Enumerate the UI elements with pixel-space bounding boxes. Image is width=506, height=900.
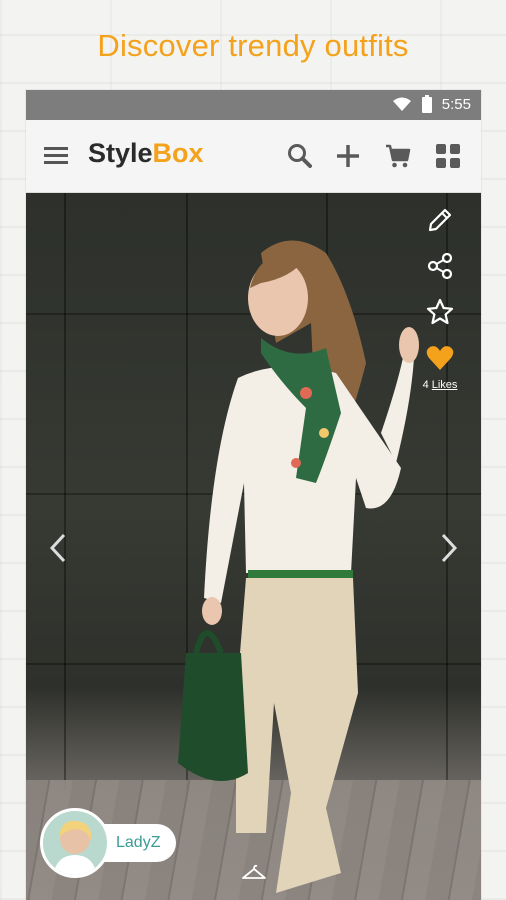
chevron-right-icon[interactable] (437, 531, 461, 565)
brand-prefix: Style (88, 138, 153, 168)
heart-icon[interactable] (425, 343, 455, 373)
user-chip[interactable]: LadyZ (40, 808, 177, 878)
headline: Discover trendy outfits (97, 28, 409, 63)
menu-icon[interactable] (44, 144, 68, 168)
user-avatar-image (53, 820, 97, 875)
likes-label: Likes (431, 379, 458, 391)
cart-icon[interactable] (384, 142, 412, 170)
brand-suffix: Box (152, 138, 204, 168)
hanger-icon[interactable] (241, 864, 267, 880)
likes-count: 4 (422, 379, 429, 391)
app-logo: StyleBox (88, 138, 204, 169)
grid-icon[interactable] (434, 142, 462, 170)
chevron-left-icon[interactable] (46, 531, 70, 565)
plus-icon[interactable] (334, 142, 362, 170)
avatar (40, 808, 110, 878)
post-actions: 4 Likes (413, 205, 467, 391)
search-icon[interactable] (286, 142, 314, 170)
phone-frame: 5:55 StyleBox 4 Likes LadyZ (26, 90, 481, 900)
status-bar: 5:55 (26, 90, 481, 120)
wifi-icon (392, 97, 411, 111)
likes-link[interactable]: 4 Likes (413, 379, 467, 391)
star-icon[interactable] (425, 297, 455, 327)
model-figure (178, 240, 419, 893)
edit-pencil-icon[interactable] (425, 205, 455, 235)
status-time: 5:55 (441, 95, 471, 113)
app-bar: StyleBox (26, 120, 481, 193)
wall-tile-line (64, 193, 66, 790)
battery-icon (421, 95, 432, 113)
outfit-photo[interactable]: 4 Likes LadyZ (26, 193, 481, 900)
share-icon[interactable] (425, 251, 455, 281)
